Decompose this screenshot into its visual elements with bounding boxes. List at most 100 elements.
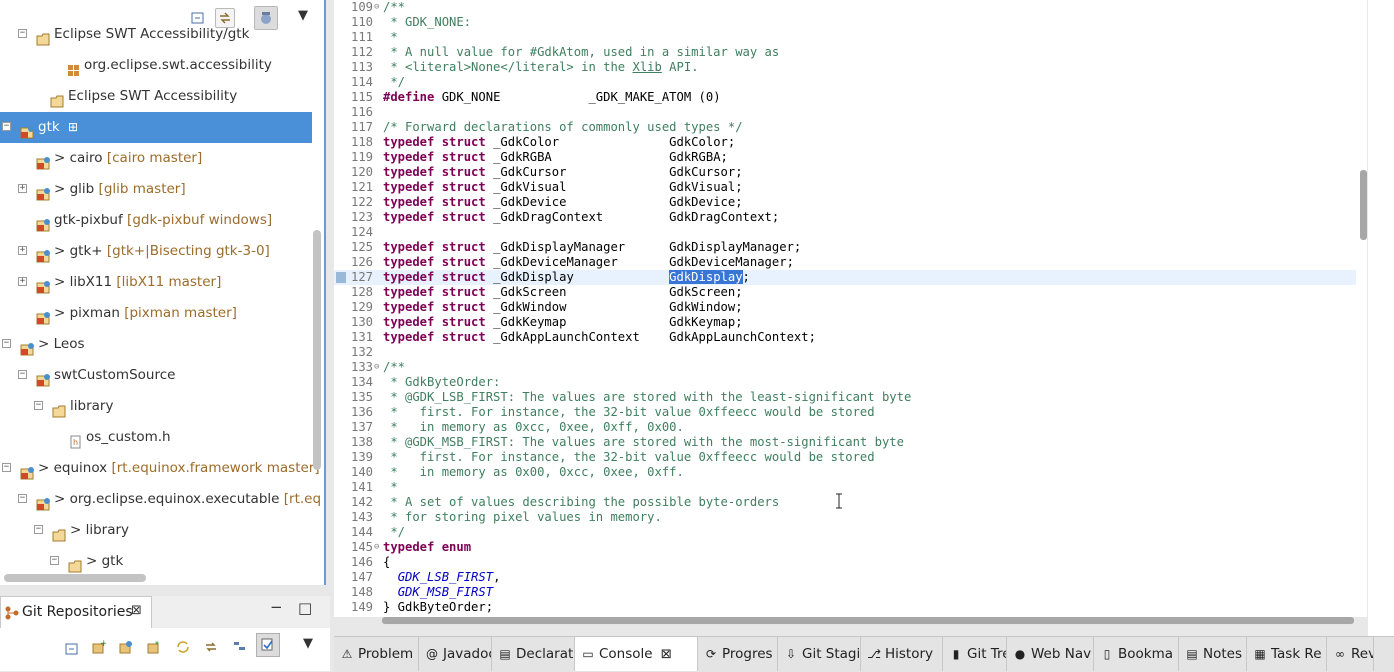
code-line[interactable]: 147 GDK_LSB_FIRST, <box>334 570 1356 585</box>
tab-rev[interactable]: ∞ Rev <box>1327 637 1374 671</box>
occurrence-marker[interactable] <box>336 272 346 283</box>
code-line[interactable]: 144 */ <box>334 525 1356 540</box>
code-line[interactable]: 112 * A null value for #GdkAtom, used in… <box>334 45 1356 60</box>
fold-toggle-icon[interactable]: ⊖ <box>374 540 379 555</box>
tab-git-stagi[interactable]: ⇩ Git Stagi <box>778 637 861 671</box>
code-line[interactable]: 131 typedef struct _GdkAppLaunchContext G… <box>334 330 1356 345</box>
tab-declarat[interactable]: ▤ Declarat <box>492 637 575 671</box>
code-line[interactable]: 138 * @GDK_MSB_FIRST: The values are sto… <box>334 435 1356 450</box>
code-line[interactable]: 148 GDK_MSB_FIRST <box>334 585 1356 600</box>
tree-item[interactable]: − > gtk <box>0 546 312 577</box>
fold-toggle-icon[interactable]: ⊖ <box>374 360 379 375</box>
collapse-icon[interactable]: − <box>34 525 43 534</box>
expand-icon[interactable]: + <box>18 246 27 255</box>
add-repository-icon[interactable]: + <box>92 640 106 654</box>
collapse-icon[interactable]: − <box>2 463 11 472</box>
code-line[interactable]: 129 typedef struct _GdkWindow GdkWindow; <box>334 300 1356 315</box>
tree-item[interactable]: − gtk ⊞ <box>0 112 312 143</box>
editor-horizontal-scrollbar[interactable] <box>382 617 1354 624</box>
tree-item[interactable]: − > Leos <box>0 329 312 360</box>
branch-view-toggle[interactable] <box>256 633 280 657</box>
code-line[interactable]: 134 * GdkByteOrder: <box>334 375 1356 390</box>
tab-git-tree[interactable]: ▮ Git Tree <box>943 637 1007 671</box>
collapse-icon[interactable]: − <box>34 401 43 410</box>
tree-item[interactable]: − swtCustomSource <box>0 360 312 391</box>
code-line[interactable]: 117 /* Forward declarations of commonly u… <box>334 120 1356 135</box>
tab-web-nav[interactable]: ● Web Nav <box>1007 637 1094 671</box>
tree-item[interactable]: gtk-pixbuf [gdk-pixbuf windows] <box>0 205 312 236</box>
tree-item[interactable]: − > library <box>0 515 312 546</box>
code-line[interactable]: 136 * first. For instance, the 32-bit va… <box>334 405 1356 420</box>
tab-notes[interactable]: ▤ Notes <box>1179 637 1247 671</box>
code-line[interactable]: 123 typedef struct _GdkDragContext GdkDra… <box>334 210 1356 225</box>
tree-item[interactable]: + > gtk+ [gtk+|Bisecting gtk-3-0] <box>0 236 312 267</box>
code-editor[interactable]: 109 ⊖/** 110 * GDK_NONE: 111 * 112 * A null … <box>334 0 1367 617</box>
tree-item[interactable]: > pixman [pixman master] <box>0 298 312 329</box>
tree-item[interactable]: − > org.eclipse.equinox.executable [rt.eq <box>0 484 321 515</box>
code-line[interactable]: 126 typedef struct _GdkDeviceManager GdkD… <box>334 255 1356 270</box>
code-line[interactable]: 113 * <literal>None</literal> in the Xli… <box>334 60 1356 75</box>
tab-progres[interactable]: ⟳ Progres <box>698 637 778 671</box>
code-line[interactable]: 128 typedef struct _GdkScreen GdkScreen; <box>334 285 1356 300</box>
link-selection-icon[interactable] <box>204 640 218 654</box>
close-icon[interactable]: ⊠ <box>131 603 142 618</box>
collapse-icon[interactable]: − <box>2 339 11 348</box>
create-repository-icon[interactable]: * <box>147 640 161 654</box>
code-line[interactable]: 137 * in memory as 0xcc, 0xee, 0xff, 0x0… <box>334 420 1356 435</box>
code-line[interactable]: 140 * in memory as 0x00, 0xcc, 0xee, 0xf… <box>334 465 1356 480</box>
code-line[interactable]: 115 #define GDK_NONE _GDK_MAKE_ATOM (0) <box>334 90 1356 105</box>
collapse-icon[interactable]: − <box>2 122 11 131</box>
tab-history[interactable]: ⎇ History <box>861 637 943 671</box>
expand-icon[interactable]: + <box>18 184 27 193</box>
tab-javadoc[interactable]: @ Javadoc <box>419 637 492 671</box>
expand-icon[interactable]: + <box>18 277 27 286</box>
minimize-button[interactable]: − <box>270 598 283 616</box>
code-line[interactable]: 139 * first. For instance, the 32-bit va… <box>334 450 1356 465</box>
code-line[interactable]: 114 */ <box>334 75 1356 90</box>
collapse-icon[interactable] <box>65 642 79 656</box>
code-line[interactable]: 111 * <box>334 30 1356 45</box>
code-line[interactable]: 116 <box>334 105 1356 120</box>
code-line[interactable]: 145 ⊖ typedef enum <box>334 540 1356 555</box>
code-line[interactable]: 124 <box>334 225 1356 240</box>
tree-item[interactable]: − > equinox [rt.equinox.framework master] <box>0 453 320 484</box>
code-line[interactable]: 135 * @GDK_LSB_FIRST: The values are sto… <box>334 390 1356 405</box>
tree-item[interactable]: − library <box>0 391 312 422</box>
git-repositories-tab[interactable]: Git Repositories ⊠ <box>0 596 152 628</box>
code-line[interactable]: 121 typedef struct _GdkVisual GdkVisual; <box>334 180 1356 195</box>
code-line[interactable]: 130 typedef struct _GdkKeymap GdkKeymap; <box>334 315 1356 330</box>
code-line[interactable]: 118 typedef struct _GdkColor GdkColor; <box>334 135 1356 150</box>
explorer-horizontal-scrollbar[interactable] <box>4 574 146 582</box>
tab-problem[interactable]: ⚠ Problem <box>334 637 419 671</box>
tree-item[interactable]: Eclipse SWT Accessibility <box>0 81 312 112</box>
tab-bookma[interactable]: ▯ Bookma <box>1094 637 1179 671</box>
collapse-icon[interactable]: − <box>18 29 27 38</box>
refresh-icon[interactable] <box>176 640 190 654</box>
tree-item[interactable]: org.eclipse.swt.accessibility <box>0 50 312 81</box>
editor-vertical-scrollbar[interactable] <box>1360 170 1367 240</box>
code-line[interactable]: 143 * for storing pixel values in memory… <box>334 510 1356 525</box>
code-line[interactable]: 146 { <box>334 555 1356 570</box>
code-line[interactable]: 142 * A set of values describing the pos… <box>334 495 1356 510</box>
fold-toggle-icon[interactable]: ⊖ <box>374 0 379 15</box>
code-line[interactable]: 110 * GDK_NONE: <box>334 15 1356 30</box>
code-line[interactable]: 141 * <box>334 480 1356 495</box>
collapse-icon[interactable]: − <box>18 494 27 503</box>
code-line[interactable]: 120 typedef struct _GdkCursor GdkCursor; <box>334 165 1356 180</box>
tree-item[interactable]: − Eclipse SWT Accessibility/gtk <box>0 19 312 50</box>
code-line[interactable]: 132 <box>334 345 1356 360</box>
chevron-down-icon[interactable]: ▼ <box>303 636 313 651</box>
code-line[interactable]: 125 typedef struct _GdkDisplayManager Gdk… <box>334 240 1356 255</box>
hierarchical-layout-icon[interactable] <box>233 640 247 654</box>
code-line[interactable]: 122 typedef struct _GdkDevice GdkDevice; <box>334 195 1356 210</box>
clone-repository-icon[interactable] <box>119 640 133 654</box>
tab-console[interactable]: ▭ Console ⊠ <box>575 637 698 671</box>
code-line[interactable]: 109 ⊖ /** <box>334 0 1356 15</box>
close-icon[interactable]: ⊠ <box>661 646 672 662</box>
tab-task-re[interactable]: ▦ Task Re <box>1247 637 1327 671</box>
expand-icon[interactable]: ⊞ <box>68 112 78 143</box>
tree-item[interactable]: + > libX11 [libX11 master] <box>0 267 312 298</box>
explorer-vertical-scrollbar[interactable] <box>313 230 321 470</box>
code-line[interactable]: 119 typedef struct _GdkRGBA GdkRGBA; <box>334 150 1356 165</box>
collapse-icon[interactable]: − <box>18 370 27 379</box>
